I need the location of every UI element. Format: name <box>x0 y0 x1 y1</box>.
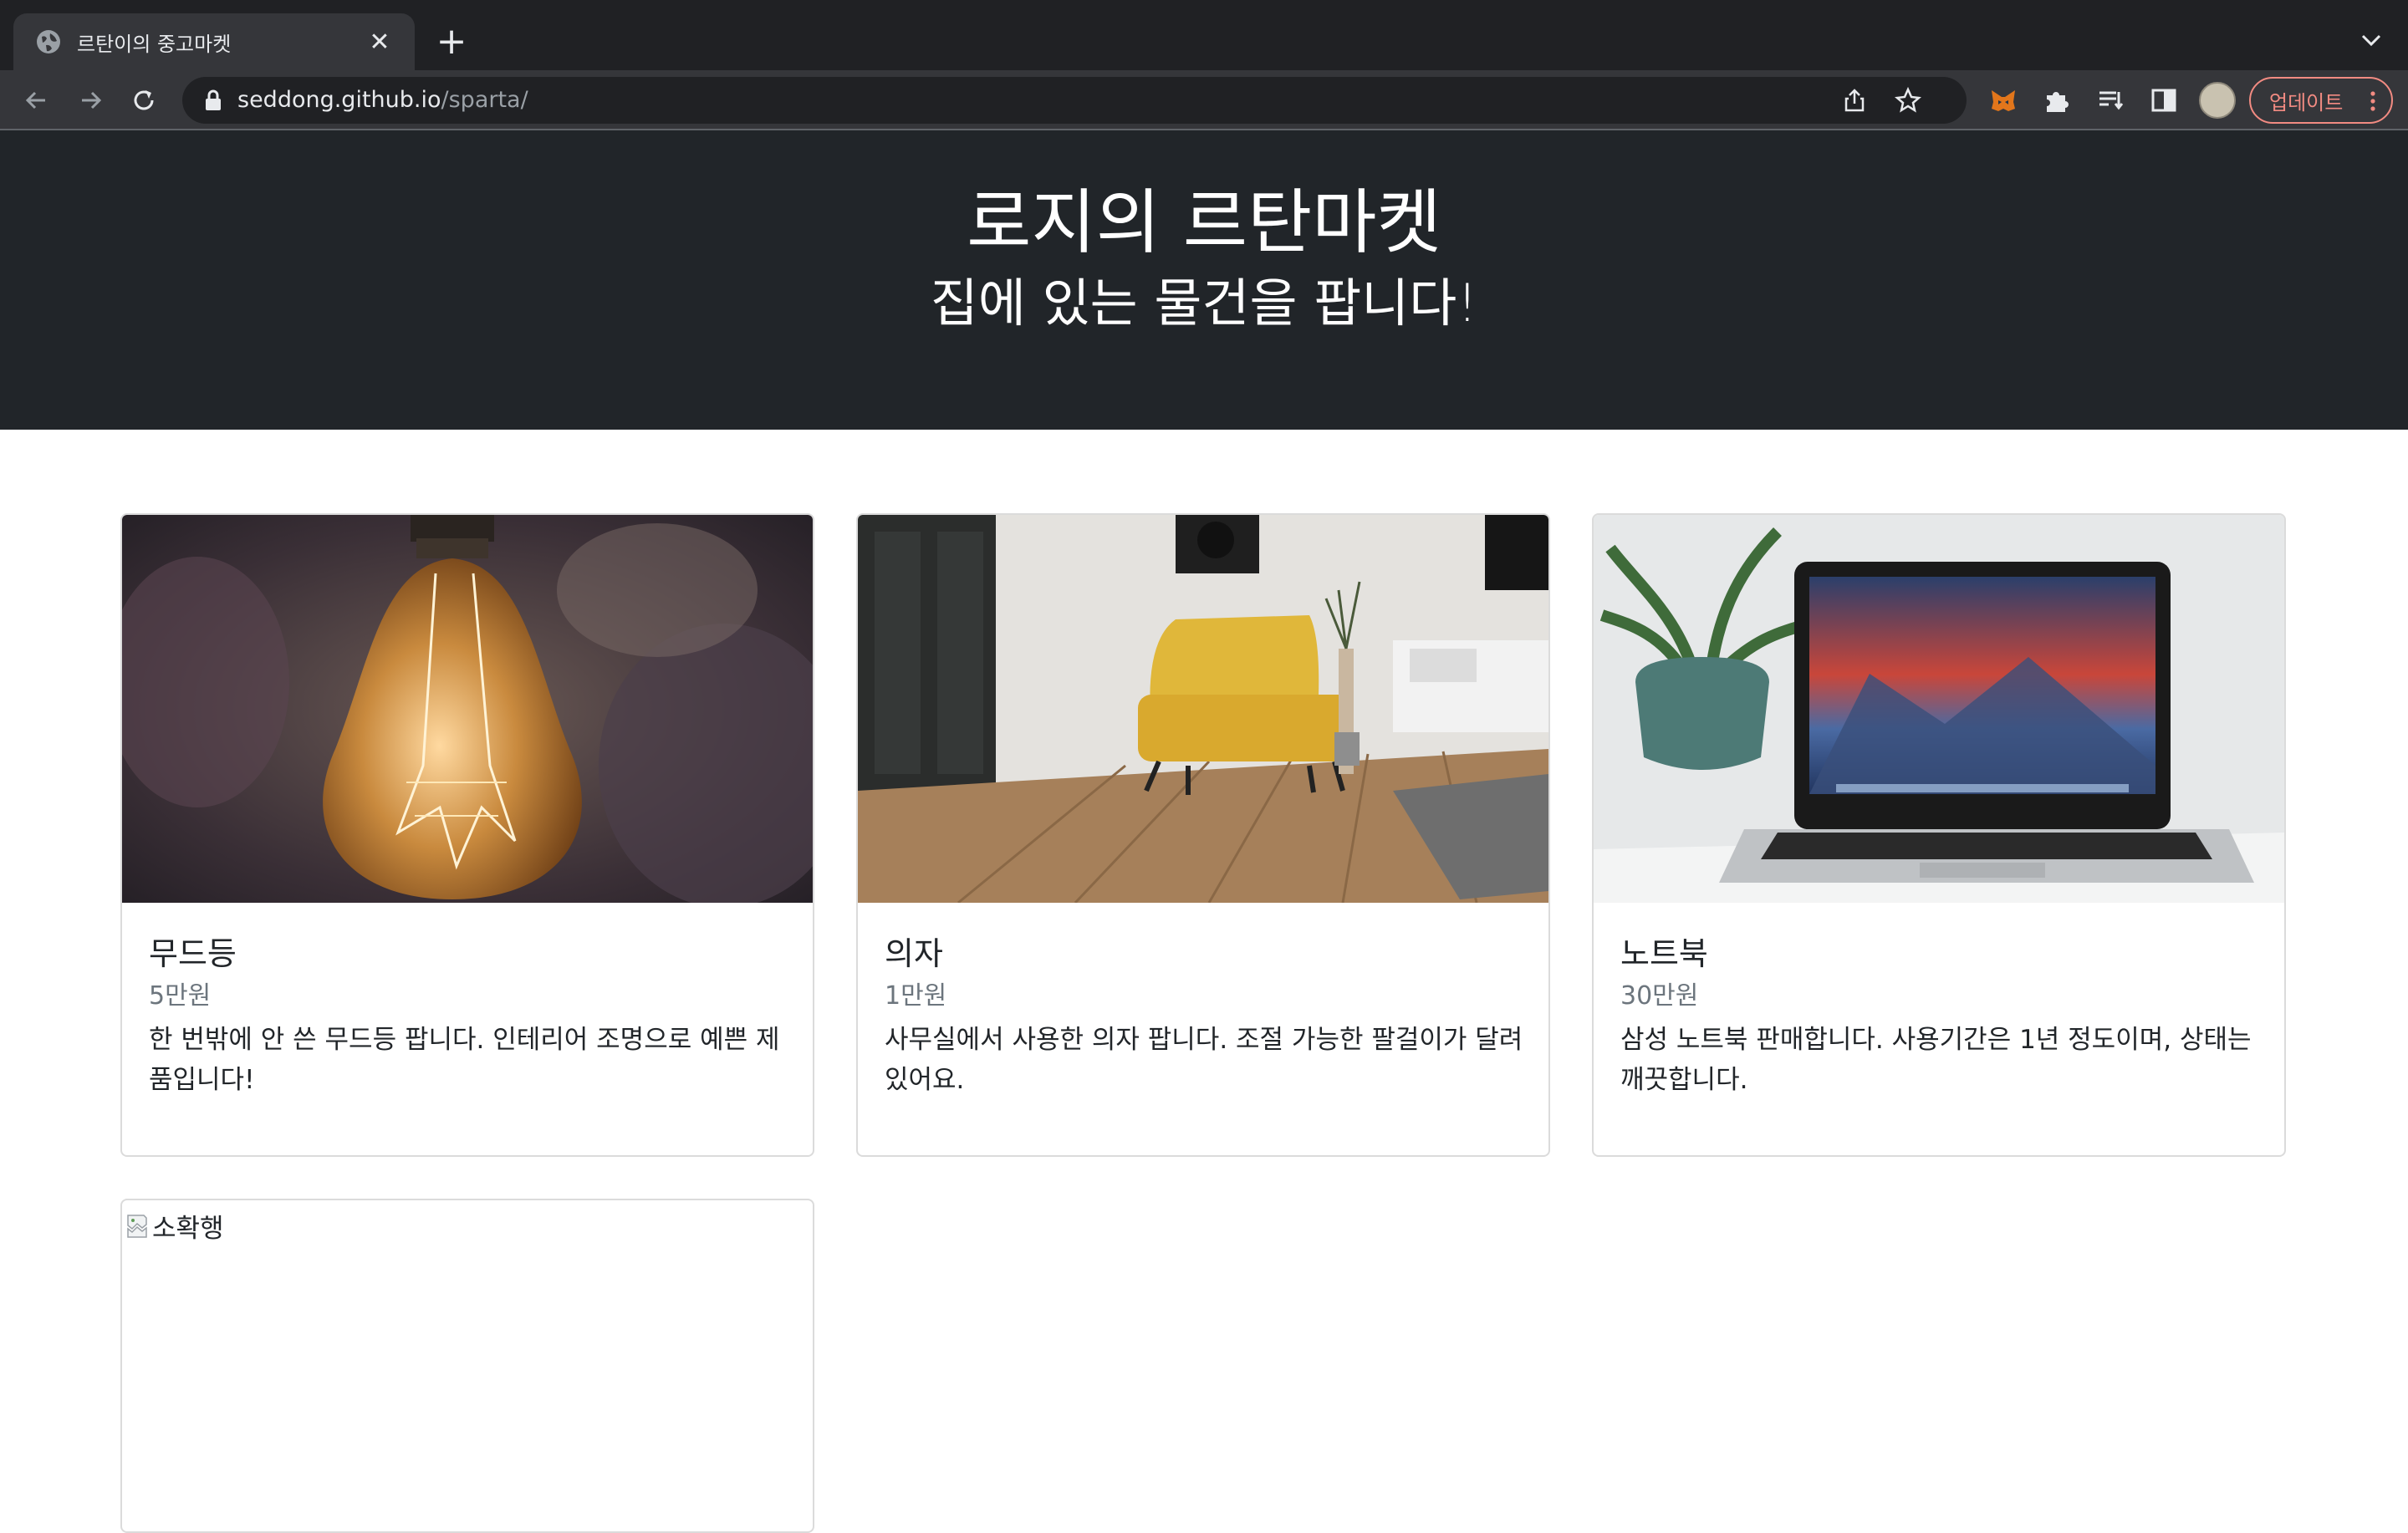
profile-avatar[interactable] <box>2199 82 2236 119</box>
lightbulb-photo <box>122 515 813 903</box>
url-path: /sparta/ <box>441 87 528 113</box>
product-title: 무드등 <box>149 935 237 972</box>
new-tab-button[interactable]: + <box>430 22 473 65</box>
chevron-down-icon[interactable] <box>2353 22 2390 59</box>
url-host: seddong.github.io <box>237 87 441 113</box>
product-description: 사무실에서 사용한 의자 팝니다. 조절 가능한 팔걸이가 달려있어요. <box>885 1025 1523 1095</box>
update-label: 업데이트 <box>2269 90 2344 115</box>
page-title: 로지의 르탄마켓 <box>967 181 1441 263</box>
product-card[interactable]: 의자 1만원 사무실에서 사용한 의자 팝니다. 조절 가능한 팔걸이가 달려있… <box>856 513 1550 1157</box>
page-subtitle: 집에 있는 물건을 팝니다! <box>930 272 1478 334</box>
product-card[interactable]: 소확행 <box>120 1199 814 1533</box>
product-price: 5만원 <box>149 981 212 1011</box>
browser-tab[interactable]: 르탄이의 중고마켓 ✕ <box>13 13 415 70</box>
browser-toolbar: seddong.github.io/sparta/ 업데이트 <box>0 70 2408 130</box>
back-icon[interactable] <box>18 82 55 119</box>
hero-banner: 로지의 르탄마켓 집에 있는 물건을 팝니다! <box>0 130 2408 430</box>
broken-image-icon <box>127 1214 147 1238</box>
broken-image: 소확행 <box>122 1200 224 1245</box>
product-price: 1만원 <box>885 981 947 1011</box>
reload-icon[interactable] <box>125 82 162 119</box>
share-icon[interactable] <box>1839 85 1870 115</box>
forward-icon[interactable] <box>72 82 109 119</box>
side-panel-icon[interactable] <box>2145 82 2182 119</box>
extensions-puzzle-icon[interactable] <box>2038 82 2075 119</box>
product-description: 삼성 노트북 판매합니다. 사용기간은 1년 정도이며, 상태는 깨끗합니다. <box>1620 1025 2252 1095</box>
more-menu-icon[interactable] <box>2366 90 2380 112</box>
browser-tabstrip: 르탄이의 중고마켓 ✕ + <box>0 0 2408 70</box>
address-bar[interactable]: seddong.github.io/sparta/ <box>182 77 1967 124</box>
metamask-extension-icon[interactable] <box>1985 82 2022 119</box>
reading-list-icon[interactable] <box>2092 82 2129 119</box>
armchair-photo <box>858 515 1548 903</box>
update-button[interactable]: 업데이트 <box>2249 77 2393 124</box>
lock-icon[interactable] <box>202 89 224 112</box>
product-title: 노트북 <box>1620 935 1708 972</box>
product-price: 30만원 <box>1620 981 1699 1011</box>
tab-title: 르탄이의 중고마켓 <box>77 32 232 56</box>
globe-icon <box>37 30 60 53</box>
url-text[interactable]: seddong.github.io/sparta/ <box>237 77 528 124</box>
laptop-photo <box>1594 515 2284 903</box>
product-description: 한 번밖에 안 쓴 무드등 팝니다. 인테리어 조명으로 예쁜 제품입니다! <box>149 1025 780 1095</box>
product-card[interactable]: 노트북 30만원 삼성 노트북 판매합니다. 사용기간은 1년 정도이며, 상태… <box>1592 513 2286 1157</box>
product-title: 의자 <box>885 935 943 972</box>
close-icon[interactable]: ✕ <box>363 25 396 59</box>
bookmark-star-icon[interactable] <box>1893 85 1923 115</box>
image-alt-text: 소확행 <box>152 1214 224 1244</box>
product-card[interactable]: 무드등 5만원 한 번밖에 안 쓴 무드등 팝니다. 인테리어 조명으로 예쁜 … <box>120 513 814 1157</box>
